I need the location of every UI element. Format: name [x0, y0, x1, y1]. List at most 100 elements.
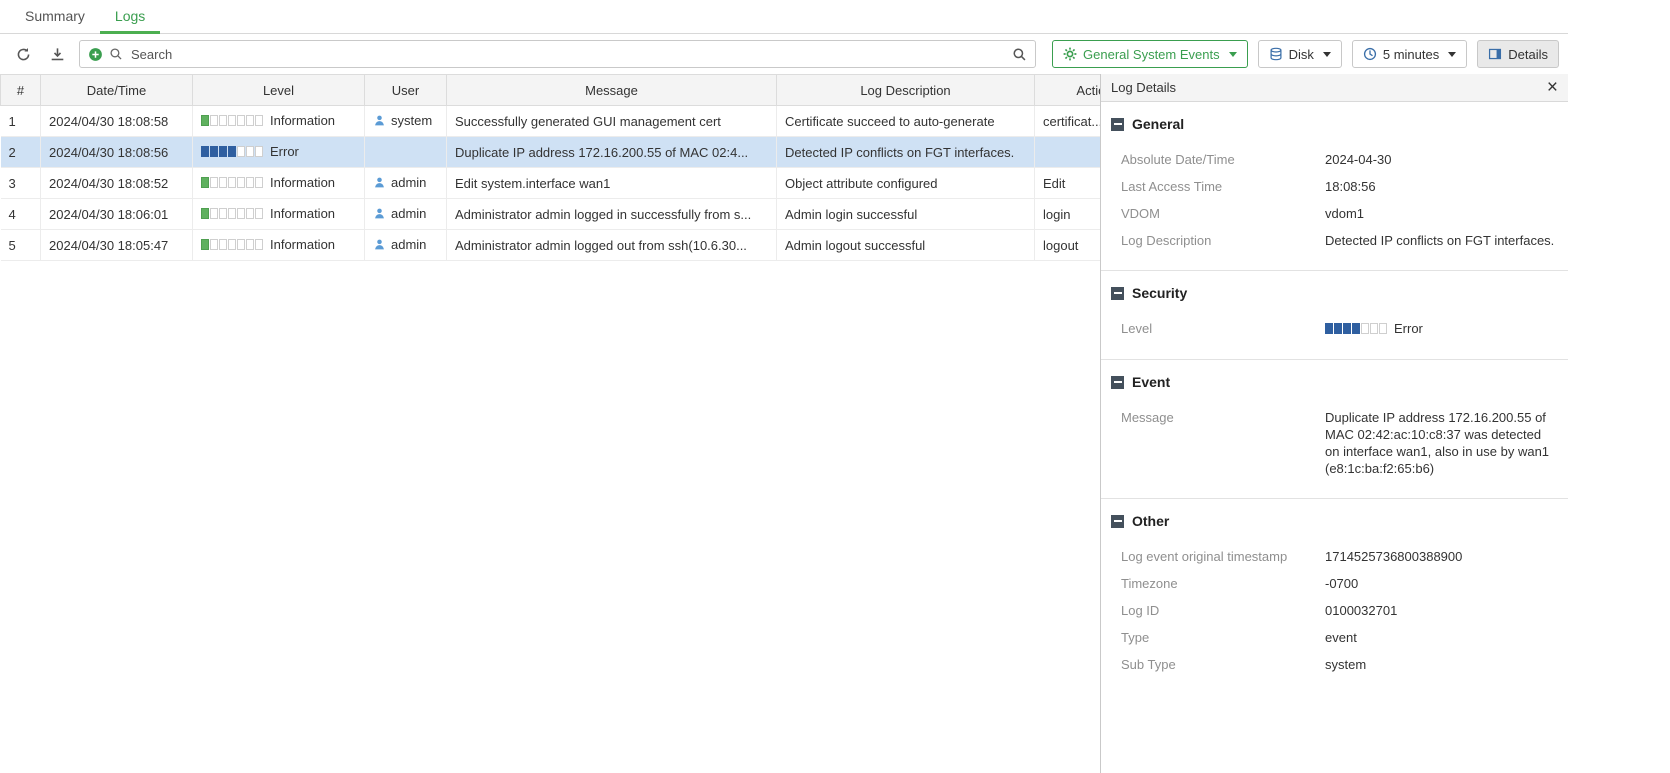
field-label: Log event original timestamp: [1121, 548, 1325, 565]
table-header-row: # Date/Time Level User Message Log Descr…: [1, 75, 1101, 106]
log-details-title: Log Details: [1111, 80, 1176, 95]
collapse-section-icon[interactable]: [1111, 287, 1124, 300]
close-icon[interactable]: ×: [1547, 78, 1558, 97]
detail-field: Type event: [1101, 624, 1568, 651]
cell-level: Information: [193, 199, 365, 230]
field-label: Log ID: [1121, 602, 1325, 619]
time-range-label: 5 minutes: [1383, 47, 1439, 62]
detail-field: Absolute Date/Time 2024-04-30: [1101, 146, 1568, 173]
main-area: # Date/Time Level User Message Log Descr…: [0, 74, 1568, 773]
cell-level: Error: [193, 137, 365, 168]
log-row[interactable]: 3 2024/04/30 18:08:52 Information admin …: [1, 168, 1101, 199]
refresh-icon: [16, 47, 31, 62]
collapse-section-icon[interactable]: [1111, 515, 1124, 528]
tab-summary[interactable]: Summary: [10, 0, 100, 34]
cell-user: admin: [365, 199, 447, 230]
field-value: -0700: [1325, 575, 1557, 592]
col-header-num[interactable]: #: [1, 75, 41, 106]
section-other-header[interactable]: Other: [1101, 499, 1568, 537]
field-label: Message: [1121, 409, 1325, 426]
col-header-level[interactable]: Level: [193, 75, 365, 106]
add-filter-icon[interactable]: [88, 47, 103, 62]
field-label: Absolute Date/Time: [1121, 151, 1325, 168]
section-event-header[interactable]: Event: [1101, 360, 1568, 398]
gear-icon: [1063, 47, 1077, 61]
user-icon: [373, 114, 386, 127]
detail-field: VDOM vdom1: [1101, 200, 1568, 227]
chevron-down-icon: [1323, 52, 1331, 57]
field-value: 18:08:56: [1325, 178, 1557, 195]
field-value: Duplicate IP address 172.16.200.55 of MA…: [1325, 409, 1557, 477]
field-value: vdom1: [1325, 205, 1557, 222]
log-row-selected[interactable]: 2 2024/04/30 18:08:56 Error Duplicate IP…: [1, 137, 1101, 168]
section-title: General: [1132, 116, 1184, 132]
cell-message: Administrator admin logged in successful…: [447, 199, 777, 230]
col-header-message[interactable]: Message: [447, 75, 777, 106]
log-source-dropdown[interactable]: Disk: [1258, 40, 1342, 68]
download-button[interactable]: [43, 40, 71, 68]
time-range-dropdown[interactable]: 5 minutes: [1352, 40, 1467, 68]
level-indicator: [201, 177, 263, 188]
cell-level: Information: [193, 106, 365, 137]
cell-num: 1: [1, 106, 41, 137]
cell-action: certificat...: [1035, 106, 1101, 137]
cell-message: Administrator admin logged out from ssh(…: [447, 230, 777, 261]
field-label: Last Access Time: [1121, 178, 1325, 195]
cell-action: [1035, 137, 1101, 168]
log-details-panel: Log Details × General Absolute Date/Time…: [1100, 74, 1568, 773]
search-icon: [109, 47, 123, 61]
details-button-label: Details: [1508, 47, 1548, 62]
refresh-button[interactable]: [9, 40, 37, 68]
cell-level: Information: [193, 230, 365, 261]
log-details-header: Log Details ×: [1101, 74, 1568, 102]
user-label: admin: [391, 175, 426, 190]
cell-message: Successfully generated GUI management ce…: [447, 106, 777, 137]
log-table: # Date/Time Level User Message Log Descr…: [0, 74, 1100, 261]
search-input[interactable]: [129, 46, 1006, 63]
details-toggle-button[interactable]: Details: [1477, 40, 1559, 68]
cell-description: Object attribute configured: [777, 168, 1035, 199]
cell-level: Information: [193, 168, 365, 199]
level-label: Information: [270, 237, 335, 252]
log-source-label: Disk: [1289, 47, 1314, 62]
field-value: Detected IP conflicts on FGT interfaces.: [1325, 232, 1557, 249]
event-type-label: General System Events: [1083, 47, 1220, 62]
detail-field: Log Description Detected IP conflicts on…: [1101, 227, 1568, 254]
event-type-dropdown[interactable]: General System Events: [1052, 40, 1248, 68]
collapse-section-icon[interactable]: [1111, 118, 1124, 131]
cell-description: Detected IP conflicts on FGT interfaces.: [777, 137, 1035, 168]
collapse-section-icon[interactable]: [1111, 376, 1124, 389]
col-header-datetime[interactable]: Date/Time: [41, 75, 193, 106]
cell-description: Admin login successful: [777, 199, 1035, 230]
log-table-area: # Date/Time Level User Message Log Descr…: [0, 74, 1100, 773]
search-bar[interactable]: [79, 40, 1036, 68]
field-label: Type: [1121, 629, 1325, 646]
level-label: Information: [270, 113, 335, 128]
log-row[interactable]: 4 2024/04/30 18:06:01 Information admin …: [1, 199, 1101, 230]
field-value: 0100032701: [1325, 602, 1557, 619]
section-general: General Absolute Date/Time 2024-04-30 La…: [1101, 102, 1568, 270]
section-title: Event: [1132, 374, 1170, 390]
col-header-description[interactable]: Log Description: [777, 75, 1035, 106]
field-value: 2024-04-30: [1325, 151, 1557, 168]
log-row[interactable]: 1 2024/04/30 18:08:58 Information system…: [1, 106, 1101, 137]
user-label: admin: [391, 206, 426, 221]
section-general-header[interactable]: General: [1101, 102, 1568, 140]
disk-icon: [1269, 47, 1283, 61]
cell-action: logout: [1035, 230, 1101, 261]
col-header-action[interactable]: Action: [1035, 75, 1101, 106]
tab-bar: Summary Logs: [0, 0, 1568, 34]
search-submit-icon[interactable]: [1012, 47, 1027, 62]
detail-field: Last Access Time 18:08:56: [1101, 173, 1568, 200]
level-label: Error: [1394, 320, 1423, 337]
detail-field: Log event original timestamp 17145257368…: [1101, 543, 1568, 570]
col-header-user[interactable]: User: [365, 75, 447, 106]
cell-datetime: 2024/04/30 18:06:01: [41, 199, 193, 230]
section-security-header[interactable]: Security: [1101, 271, 1568, 309]
cell-description: Certificate succeed to auto-generate: [777, 106, 1035, 137]
tab-logs[interactable]: Logs: [100, 0, 160, 34]
cell-message: Edit system.interface wan1: [447, 168, 777, 199]
user-label: system: [391, 113, 432, 128]
log-row[interactable]: 5 2024/04/30 18:05:47 Information admin …: [1, 230, 1101, 261]
user-icon: [373, 176, 386, 189]
